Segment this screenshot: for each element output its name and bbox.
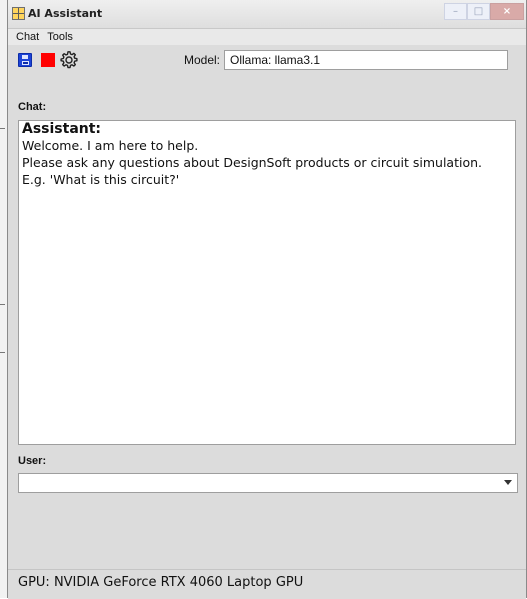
gear-icon[interactable] <box>59 50 79 70</box>
menu-chat[interactable]: Chat <box>15 31 40 43</box>
chat-message-line: Please ask any questions about DesignSof… <box>22 155 483 170</box>
maximize-button[interactable]: □ <box>467 3 490 20</box>
dropdown-arrow-icon[interactable] <box>504 480 512 485</box>
model-label: Model: <box>184 53 221 67</box>
status-bar: GPU: NVIDIA GeForce RTX 4060 Laptop GPU <box>8 569 526 599</box>
ai-assistant-window: AI Assistant – □ × Chat Tools Model: Oll… <box>7 0 527 599</box>
menu-tools[interactable]: Tools <box>46 31 74 43</box>
user-label: User: <box>18 455 47 467</box>
chat-message-line: E.g. 'What is this circuit?' <box>22 172 180 187</box>
edge-tick <box>0 128 5 129</box>
minimize-button[interactable]: – <box>444 3 467 20</box>
assistant-heading: Assistant: <box>22 121 102 137</box>
chat-transcript[interactable]: Assistant: Welcome. I am here to help. P… <box>18 120 516 445</box>
edge-tick <box>0 304 5 305</box>
chat-label: Chat: <box>18 101 47 113</box>
user-input-dropdown[interactable] <box>18 473 518 493</box>
window-title: AI Assistant <box>28 7 103 20</box>
left-page-edge <box>0 0 7 598</box>
edge-tick <box>0 352 5 353</box>
save-icon[interactable] <box>18 53 32 67</box>
chat-message-line: Welcome. I am here to help. <box>22 138 199 153</box>
gpu-status: GPU: NVIDIA GeForce RTX 4060 Laptop GPU <box>18 575 304 590</box>
window-controls: – □ × <box>444 3 524 20</box>
menu-bar: Chat Tools <box>8 29 526 45</box>
toolbar: Model: Ollama: llama3.1 <box>8 46 526 80</box>
app-icon <box>12 7 25 20</box>
close-button[interactable]: × <box>490 3 524 20</box>
stop-icon[interactable] <box>41 53 55 67</box>
title-bar[interactable]: AI Assistant – □ × <box>8 0 526 29</box>
model-input[interactable]: Ollama: llama3.1 <box>224 50 508 70</box>
